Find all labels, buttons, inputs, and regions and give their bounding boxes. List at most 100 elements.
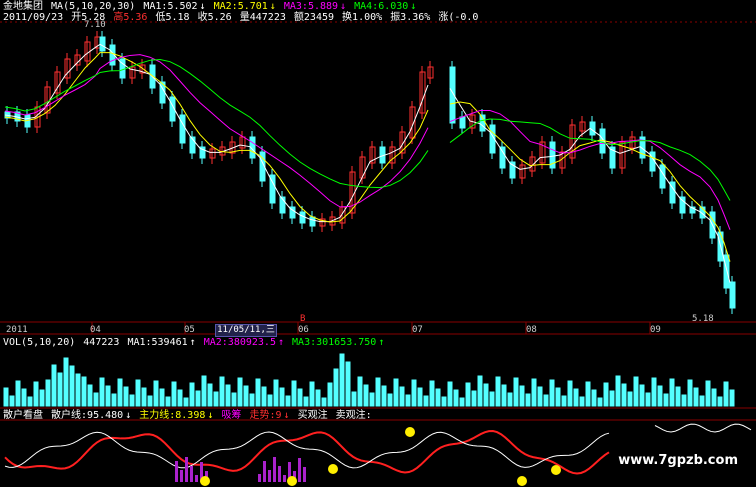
volume-bar [69, 365, 75, 407]
volume-bar [303, 396, 309, 407]
volume-bar [177, 389, 183, 407]
volume-bar [279, 387, 285, 407]
volume-bar [291, 380, 297, 407]
vol-value: 447223 [83, 337, 120, 348]
volume-bar [495, 376, 501, 407]
volume-bar [441, 396, 447, 407]
volume-bar [45, 379, 51, 407]
x-axis-month-05: 05 [184, 325, 195, 335]
volume-bar [621, 383, 627, 407]
volume-bar [585, 381, 591, 407]
chip-bar [195, 475, 198, 482]
event-marker[interactable]: B [300, 314, 305, 324]
vol-ma1: MA1:539461 [127, 337, 188, 348]
vol-ma1-arrow: ↑ [189, 337, 196, 348]
volume-bar [537, 386, 543, 407]
volume-bar [591, 389, 597, 407]
volume-bar [51, 364, 57, 407]
volume-bar [225, 384, 231, 407]
x-axis-month-08: 08 [526, 325, 537, 335]
volume-bar [705, 380, 711, 407]
sell-watch: 卖观注: [335, 410, 372, 421]
volume-bar [411, 379, 417, 407]
volume-bar [105, 385, 111, 407]
candle [729, 281, 736, 309]
volume-bar [405, 394, 411, 407]
volume-bar [459, 397, 465, 407]
volume-bar [309, 381, 315, 407]
chip-bar [180, 470, 183, 482]
volume-bar [285, 395, 291, 407]
low-price-label: 5.18 [692, 314, 714, 324]
smile-marker [517, 476, 527, 486]
main-line-tail [654, 423, 752, 433]
volume-bar [543, 394, 549, 407]
x-axis-month-09: 09 [650, 325, 661, 335]
volume-bar [363, 384, 369, 407]
smile-marker [287, 476, 297, 486]
vol-ma3: MA3:301653.750 [292, 337, 377, 348]
volume-bar [207, 383, 213, 407]
volume-bar [39, 389, 45, 407]
volume-header: VOL(5,10,20) 447223 MA1:539461 ↑ MA2:3809… [3, 337, 386, 348]
ma2-arrow: ↓ [269, 1, 276, 12]
volume-bar [483, 383, 489, 407]
quote-low: 低5.18 [155, 12, 190, 23]
candle [309, 216, 316, 227]
volume-bar [99, 377, 105, 407]
volume-bar [561, 395, 567, 407]
volume-bar [387, 393, 393, 407]
quote-amount: 额23459 [293, 12, 335, 23]
volume-bar [33, 381, 39, 407]
volume-bar [399, 386, 405, 407]
volume-bar [147, 395, 153, 407]
volume-bar [141, 387, 147, 407]
volume-bar [663, 393, 669, 407]
volume-bars [3, 353, 735, 407]
volume-bar [579, 396, 585, 407]
volume-bar [165, 396, 171, 407]
volume-bar [21, 388, 27, 407]
volume-bar [711, 388, 717, 407]
trend-arrow: ↓ [283, 410, 290, 421]
volume-bar [273, 379, 279, 407]
smile-marker [328, 464, 338, 474]
volume-bar [189, 382, 195, 407]
volume-bar [219, 376, 225, 407]
moving-average-lines [4, 43, 731, 283]
vol-label: VOL(5,10,20) [3, 337, 76, 348]
volume-bar [159, 388, 165, 407]
x-axis-year: 2011 [6, 325, 28, 335]
volume-bar [171, 381, 177, 407]
volume-bar [375, 377, 381, 407]
volume-bar [213, 391, 219, 407]
retail-line [4, 430, 610, 475]
quote-amplitude: 振3.36% [390, 12, 431, 23]
candle [179, 114, 186, 144]
x-axis-month-04: 04 [90, 325, 101, 335]
smile-marker [200, 476, 210, 486]
high-price-label: 7.10 [84, 20, 106, 30]
volume-bar [57, 372, 63, 407]
volume-bar [333, 368, 339, 407]
main-arrow: ↓ [207, 410, 214, 421]
ma1-arrow: ↓ [199, 1, 206, 12]
ma3-arrow: ↓ [340, 1, 347, 12]
selected-date-box[interactable]: 11/05/11,三 [215, 324, 277, 337]
ma-params: MA(5,10,20,30) [51, 1, 136, 12]
volume-bar [489, 391, 495, 407]
volume-bar [675, 386, 681, 407]
volume-bar [429, 380, 435, 407]
volume-bar [93, 392, 99, 407]
volume-bar [3, 387, 9, 407]
volume-bar [657, 385, 663, 407]
quote-header: 2011/09/23 开5.28 高5.36 低5.18 收5.26 量4472… [3, 12, 480, 23]
chip-bar [283, 475, 286, 482]
quote-date: 2011/09/23 [3, 12, 64, 23]
volume-bar [297, 388, 303, 407]
volume-bar [651, 377, 657, 407]
smile-marker [551, 465, 561, 475]
quote-turnover: 换1.00% [342, 12, 383, 23]
chip-bar [268, 470, 271, 482]
volume-bar [27, 396, 33, 407]
